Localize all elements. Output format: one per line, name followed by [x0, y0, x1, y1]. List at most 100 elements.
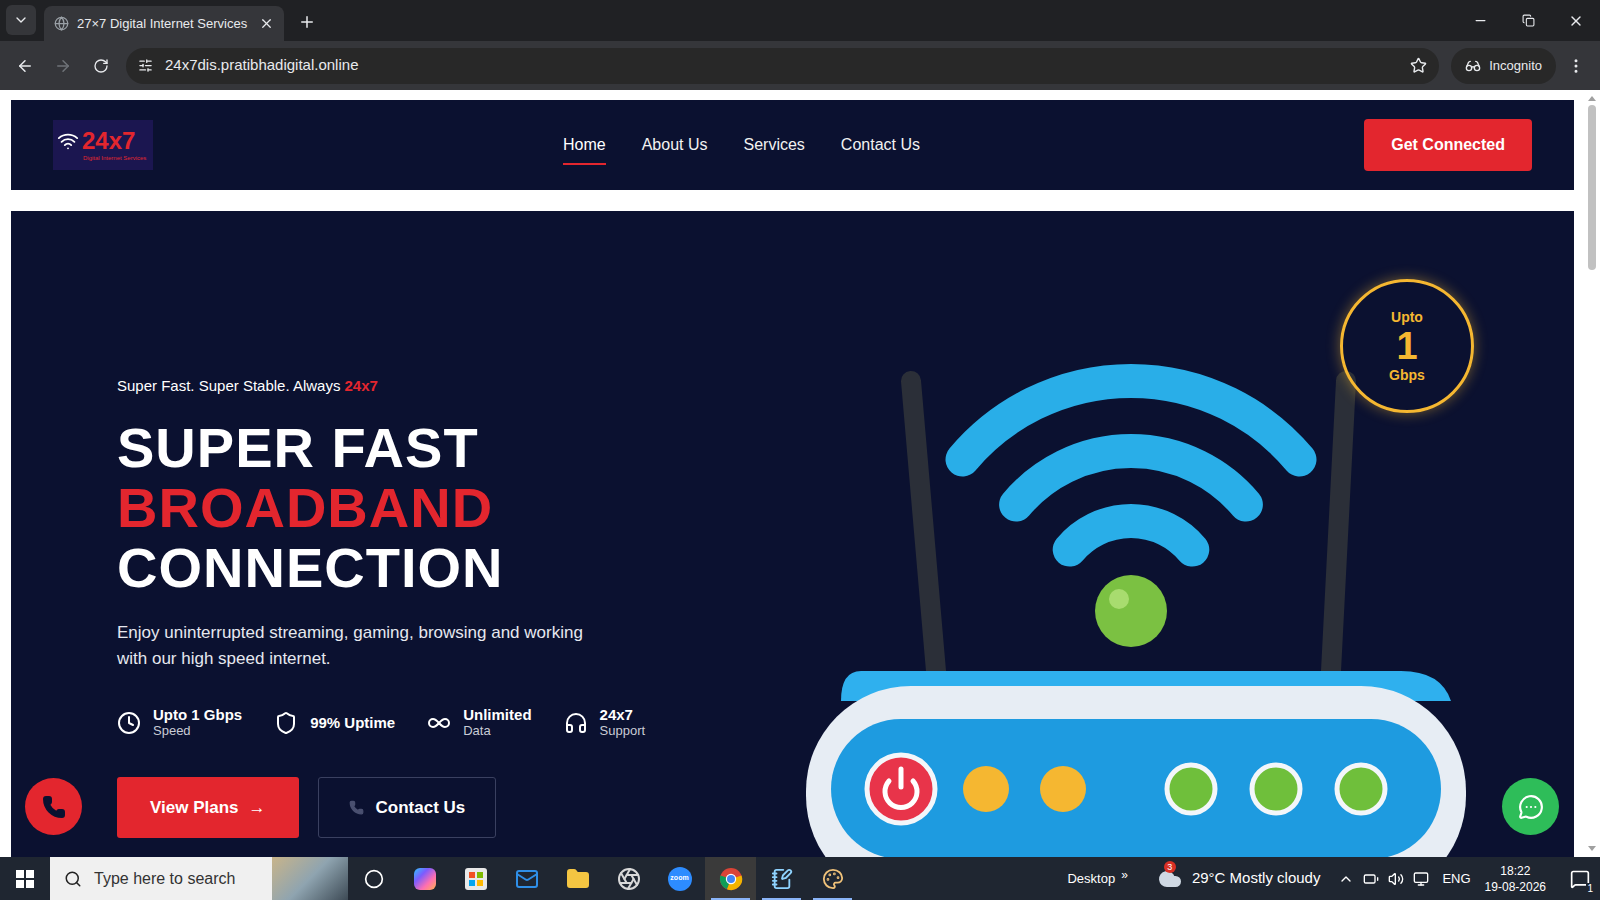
reload-icon	[93, 58, 109, 74]
bookmark-star-icon[interactable]	[1410, 57, 1427, 74]
screen: 27×7 Digital Internet Services 24x7dis.pr…	[0, 0, 1600, 900]
restore-button[interactable]	[1504, 0, 1552, 41]
chrome-icon	[719, 867, 743, 891]
contact-us-button[interactable]: Contact Us	[318, 777, 497, 838]
volume-icon[interactable]	[1388, 871, 1404, 887]
weather-widget[interactable]: 329°C Mostly cloudy	[1158, 867, 1321, 891]
chat-icon	[1518, 794, 1544, 820]
outlook-icon	[515, 867, 539, 891]
nav-link[interactable]: Home	[563, 127, 606, 163]
url-text: 24x7dis.pratibhadigital.online	[165, 54, 1398, 77]
hero-text: Super Fast. Super Stable. Always24x7 SUPE…	[11, 211, 801, 857]
notepad-icon	[771, 868, 793, 890]
task-view-icon	[364, 869, 384, 889]
language-indicator[interactable]: ENG	[1442, 869, 1470, 889]
window-controls	[1456, 0, 1600, 41]
tab-search-button[interactable]	[6, 5, 36, 35]
copilot-icon	[414, 868, 436, 890]
page-viewport: 24x7Digital Internet Services Home About U…	[0, 90, 1600, 857]
close-tab-icon[interactable]	[259, 16, 274, 31]
scroll-thumb[interactable]	[1588, 105, 1596, 270]
taskbar-search[interactable]: Type here to search	[50, 857, 348, 900]
scroll-down-arrow[interactable]	[1588, 846, 1596, 851]
taskbar-app[interactable]	[450, 857, 501, 900]
router-illustration-area	[801, 211, 1574, 857]
feature-row: Upto 1 GbpsSpeed99% UptimeUnlimitedData2…	[117, 706, 645, 739]
logo-wifi-icon	[57, 130, 79, 152]
running-indicator	[813, 898, 852, 900]
tab-title: 27×7 Digital Internet Services	[77, 14, 251, 34]
paint-icon	[822, 868, 844, 890]
tray-expand-icon[interactable]	[1338, 871, 1354, 887]
nav-link[interactable]: About Us	[642, 127, 708, 163]
taskbar-app[interactable]	[399, 857, 450, 900]
site-logo[interactable]: 24x7Digital Internet Services	[53, 120, 153, 170]
taskbar-apps: zoom	[348, 857, 858, 900]
close-button[interactable]	[1552, 0, 1600, 41]
back-button[interactable]	[8, 49, 42, 83]
taskbar-app[interactable]: zoom	[654, 857, 705, 900]
taskbar-app[interactable]	[552, 857, 603, 900]
support-icon	[564, 711, 588, 735]
network-icon[interactable]	[1413, 871, 1429, 887]
active-underline	[563, 163, 606, 165]
nav-links: Home About Us Services Contact Us	[563, 127, 920, 163]
taskbar-app[interactable]	[348, 857, 399, 900]
taskbar-app[interactable]	[603, 857, 654, 900]
hero-tagline: Super Fast. Super Stable. Always24x7	[117, 376, 378, 396]
notification-count: 1	[1586, 883, 1594, 894]
feature-item: 24x7Support	[564, 706, 646, 739]
nav-link[interactable]: Services	[744, 127, 805, 163]
back-icon	[16, 57, 34, 75]
obs-icon	[617, 867, 641, 891]
minimize-button[interactable]	[1456, 0, 1504, 41]
call-float-button[interactable]	[25, 778, 82, 835]
search-icon	[64, 870, 82, 888]
chevron-down-icon	[13, 12, 29, 28]
new-tab-icon[interactable]	[298, 13, 316, 31]
incognito-icon	[1465, 58, 1481, 74]
omnibox[interactable]: 24x7dis.pratibhadigital.online	[126, 48, 1439, 84]
view-plans-button[interactable]: View Plans→	[117, 777, 299, 838]
clock[interactable]: 18:2219-08-2026	[1485, 863, 1546, 895]
taskbar-app[interactable]	[705, 857, 756, 900]
minimize-icon	[1473, 13, 1488, 28]
browser-tab[interactable]: 27×7 Digital Internet Services	[44, 6, 284, 41]
speed-icon	[117, 711, 141, 735]
site-info-icon[interactable]	[138, 58, 153, 73]
reload-button[interactable]	[84, 49, 118, 83]
restore-icon	[1522, 14, 1535, 27]
close-icon	[1568, 13, 1584, 29]
chat-float-button[interactable]	[1502, 778, 1559, 835]
site-navbar: 24x7Digital Internet Services Home About U…	[11, 100, 1574, 190]
page-content: 24x7Digital Internet Services Home About U…	[0, 90, 1584, 857]
uptime-icon	[274, 711, 298, 735]
folder-icon	[566, 867, 590, 891]
incognito-label: Incognito	[1489, 56, 1542, 76]
favicon-icon	[54, 16, 69, 31]
taskbar: Type here to search zoom Desktop» 329°C Mos…	[0, 857, 1600, 900]
nav-link[interactable]: Contact Us	[841, 127, 920, 163]
scroll-up-arrow[interactable]	[1588, 96, 1596, 101]
logo-subtitle: Digital Internet Services	[57, 154, 149, 162]
weather-badge: 3	[1164, 861, 1176, 873]
hero-headline: SUPER FASTBROADBANDCONNECTION	[117, 418, 503, 598]
store-icon	[465, 868, 487, 890]
start-button[interactable]	[0, 857, 50, 900]
taskbar-app[interactable]	[756, 857, 807, 900]
incognito-pill[interactable]: Incognito	[1451, 48, 1556, 84]
scrollbar[interactable]	[1584, 90, 1600, 857]
speed-badge: Upto1Gbps	[1340, 279, 1474, 413]
call-icon	[42, 795, 66, 819]
forward-button[interactable]	[46, 49, 80, 83]
get-connected-button[interactable]: Get Connected	[1364, 119, 1532, 171]
desktop-toolbar[interactable]: Desktop»	[1067, 869, 1127, 889]
menu-button[interactable]	[1560, 49, 1592, 83]
system-tray: ENG	[1338, 869, 1470, 889]
taskbar-app[interactable]	[501, 857, 552, 900]
data-icon	[427, 711, 451, 735]
taskbar-app[interactable]	[807, 857, 858, 900]
hero-buttons: View Plans→ Contact Us	[117, 777, 496, 838]
notification-button[interactable]: 1	[1560, 857, 1600, 900]
battery-icon[interactable]	[1363, 871, 1379, 887]
